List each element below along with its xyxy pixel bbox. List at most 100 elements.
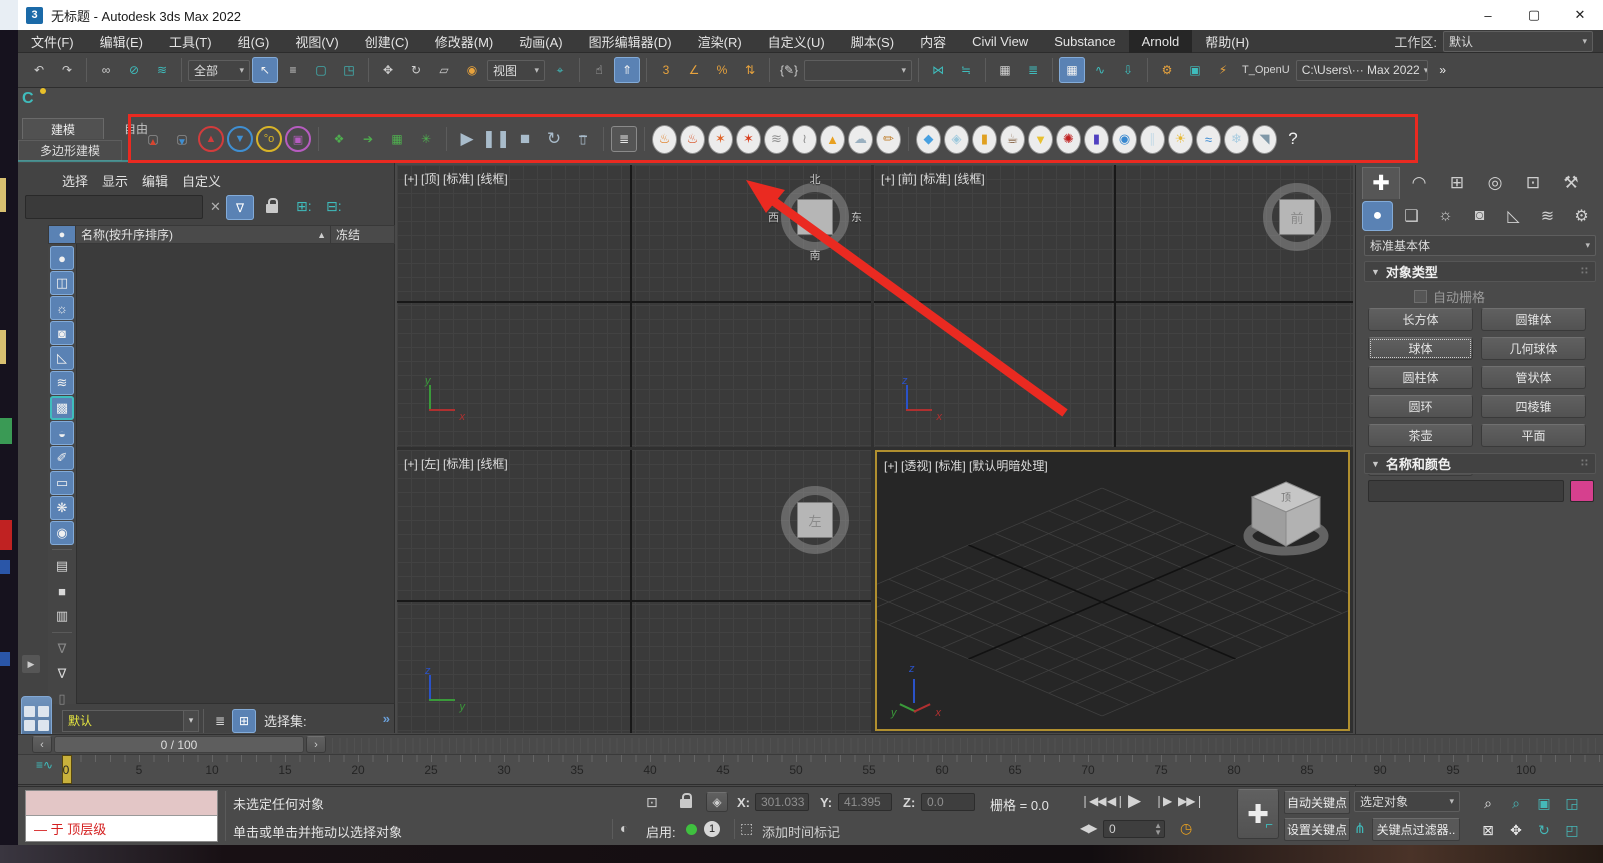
menu-item[interactable]: 渲染(R) [685, 30, 755, 53]
active-bodies-icon[interactable]: ▣ [285, 126, 311, 152]
category-lights[interactable]: ☼ [1430, 201, 1461, 231]
zoom-extents-icon[interactable]: ▣ [1532, 791, 1556, 815]
category-systems[interactable]: ⚙ [1566, 201, 1597, 231]
particle-tuner-icon[interactable]: ❖ [326, 126, 352, 152]
viewport-perspective-active[interactable]: [+] [透视] [标准] [默认明暗处理] 顶 z y x [875, 450, 1350, 731]
menu-item[interactable]: 帮助(H) [1192, 30, 1262, 53]
name-color-rollout[interactable]: ▼ 名称和颜色 ∷ [1364, 453, 1596, 474]
edit-named-selection-sets-icon[interactable]: {✎} [776, 57, 802, 83]
key-selection-dropdown[interactable]: 选定对象 ▾ [1354, 791, 1460, 812]
viewcube-3d[interactable]: 顶 [1240, 474, 1332, 566]
preset-ink-bottle-icon[interactable]: ▮ [1084, 124, 1109, 154]
object-type-button[interactable]: 长方体 [1368, 308, 1473, 331]
preset-beach-icon[interactable]: ☀ [1168, 124, 1193, 154]
search-filter-icon[interactable]: ∇ [226, 195, 254, 220]
tab-create[interactable]: ✚ [1362, 167, 1400, 199]
tab-motion[interactable]: ◎ [1476, 167, 1514, 199]
previous-key-icon[interactable]: ◀❘ [1107, 794, 1125, 808]
material-editor-icon[interactable]: ⇩ [1115, 57, 1141, 83]
unlink-selection-icon[interactable]: ⊘ [121, 57, 147, 83]
undo-icon[interactable]: ↶ [26, 57, 52, 83]
preset-whirlpool-icon[interactable]: ◉ [1112, 124, 1137, 154]
select-and-place-icon[interactable]: ◉ [459, 57, 485, 83]
zoom-extents-all-icon[interactable]: ◲ [1560, 791, 1584, 815]
ribbon-tab-modeling[interactable]: 建模 [22, 118, 104, 139]
preset-iceberg-icon[interactable]: ◈ [944, 124, 969, 154]
explorer-menu-item[interactable]: 编辑 [142, 171, 168, 190]
zoom-icon[interactable]: ⌕ [1476, 791, 1500, 815]
angle-snap-icon[interactable]: ∠ [681, 57, 707, 83]
viewport-label[interactable]: [+] [透视] [标准] [默认明暗处理] [884, 457, 1048, 474]
pause-simulation-icon[interactable]: ❚❚ [482, 126, 511, 152]
preset-smoke-icon[interactable]: ≋ [764, 124, 789, 154]
select-and-scale-icon[interactable]: ▱ [431, 57, 457, 83]
menu-item[interactable]: 视图(V) [282, 30, 351, 53]
selection-filter-dropdown[interactable]: 全部 ▾ [188, 59, 250, 81]
chevron-down-icon[interactable]: ▾ [184, 709, 199, 732]
window-crossing-icon[interactable]: ◳ [336, 57, 362, 83]
start-simulation-icon[interactable]: ▶ [454, 126, 480, 152]
select-and-manipulate-icon[interactable]: ☝ [586, 57, 612, 83]
zoom-all-icon[interactable]: ⌕ [1504, 791, 1528, 815]
key-filters-keys-icon[interactable]: ⋔ [1354, 820, 1366, 837]
macro-recorder-row[interactable] [26, 791, 217, 816]
viewcube[interactable]: 北 东 南 西 [768, 174, 862, 262]
preset-candle-icon[interactable]: ▲ [820, 124, 845, 154]
add-time-tag[interactable]: 添加时间标记 [762, 822, 840, 841]
menu-item[interactable]: 创建(C) [352, 30, 422, 53]
display-children-icon[interactable]: ▤ [50, 554, 74, 578]
select-and-rotate-icon[interactable]: ↻ [403, 57, 429, 83]
object-type-rollout[interactable]: ▼ 对象类型 ∷ [1364, 261, 1596, 282]
object-type-button[interactable]: 圆锥体 [1481, 308, 1586, 331]
menu-item[interactable]: 修改器(M) [422, 30, 507, 53]
object-type-button[interactable]: 圆环 [1368, 395, 1473, 418]
toggle-scene-explorer-icon[interactable]: ▦ [992, 57, 1018, 83]
primitive-category-dropdown[interactable]: 标准基本体 ▾ [1364, 235, 1596, 256]
preset-ice-icon[interactable]: ❄ [1224, 124, 1249, 154]
display-space-warps-icon[interactable]: ≋ [50, 371, 74, 395]
object-type-button[interactable]: 平面 [1481, 424, 1586, 447]
reference-coordinate-dropdown[interactable]: 视图 ▾ [487, 59, 545, 81]
count-badge[interactable]: 1 [704, 821, 720, 837]
track-bar-ruler[interactable]: 0 5 10 15 20 25 30 35 40 45 50 55 60 65 70 75 80 85 90 95 10… [18, 754, 1603, 785]
time-configuration-icon[interactable]: ◷ [1180, 820, 1192, 837]
rendered-frame-window-icon[interactable]: ▣ [1182, 57, 1208, 83]
percent-snap-icon[interactable]: % [709, 57, 735, 83]
object-type-button[interactable]: 四棱锥 [1481, 395, 1586, 418]
display-particles-icon[interactable]: ❋ [50, 496, 74, 520]
render-setup-icon[interactable]: ⚙ [1154, 57, 1180, 83]
explorer-object-list[interactable] [76, 244, 395, 704]
liquid-simulator-icon[interactable]: ▢ ▼ [169, 126, 195, 152]
pan-hand-icon[interactable]: ✥ [1504, 818, 1528, 842]
viewport-label[interactable]: [+] [前] [标准] [线框] [881, 170, 985, 187]
explorer-menu-item[interactable]: 自定义 [182, 171, 221, 190]
display-influences-icon[interactable]: ■ [50, 579, 74, 603]
menu-item[interactable]: Arnold [1128, 29, 1193, 53]
object-type-button[interactable]: 球体 [1368, 337, 1473, 360]
preset-ship-wake-icon[interactable]: ◥ [1252, 124, 1277, 154]
menu-item[interactable]: 自定义(U) [755, 30, 838, 53]
align-icon[interactable]: ≒ [953, 57, 979, 83]
render-production-icon[interactable]: ⚡ [1210, 57, 1236, 83]
select-and-move-icon[interactable]: ✥ [375, 57, 401, 83]
selection-filter-icon[interactable]: ∇ [50, 662, 74, 686]
toolbar-overflow-icon[interactable]: » [1430, 57, 1456, 83]
maximize-viewport-toggle-icon[interactable]: ◰ [1560, 818, 1584, 842]
menu-item[interactable]: 内容 [907, 30, 959, 53]
named-selection-sets-dropdown[interactable]: ▾ [804, 59, 912, 81]
menu-item[interactable]: 文件(F) [18, 30, 87, 53]
snaps-toggle-icon[interactable]: 3 [653, 57, 679, 83]
menu-item[interactable]: 组(G) [225, 30, 283, 53]
object-name-input[interactable] [1368, 480, 1564, 502]
set-keys-button[interactable]: ✚ ⌐ [1237, 789, 1279, 839]
explorer-menu-item[interactable]: 选择 [62, 171, 88, 190]
preset-blood-icon[interactable]: ✺ [1056, 124, 1081, 154]
collapse-tree-icon[interactable]: ⊟: [326, 198, 342, 215]
fire-source-icon[interactable]: ▲ [198, 126, 224, 152]
key-mode-toggle-icon[interactable]: ◀▶ [1080, 821, 1097, 835]
minimize-button[interactable]: – [1465, 0, 1511, 30]
layer-explorer-icon[interactable]: ≣ [208, 709, 232, 733]
clear-search-icon[interactable]: ✕ [210, 199, 221, 215]
fire-smoke-simulator-icon[interactable]: ▢ ▲ [140, 126, 166, 152]
menu-item[interactable]: Civil View [959, 30, 1041, 53]
